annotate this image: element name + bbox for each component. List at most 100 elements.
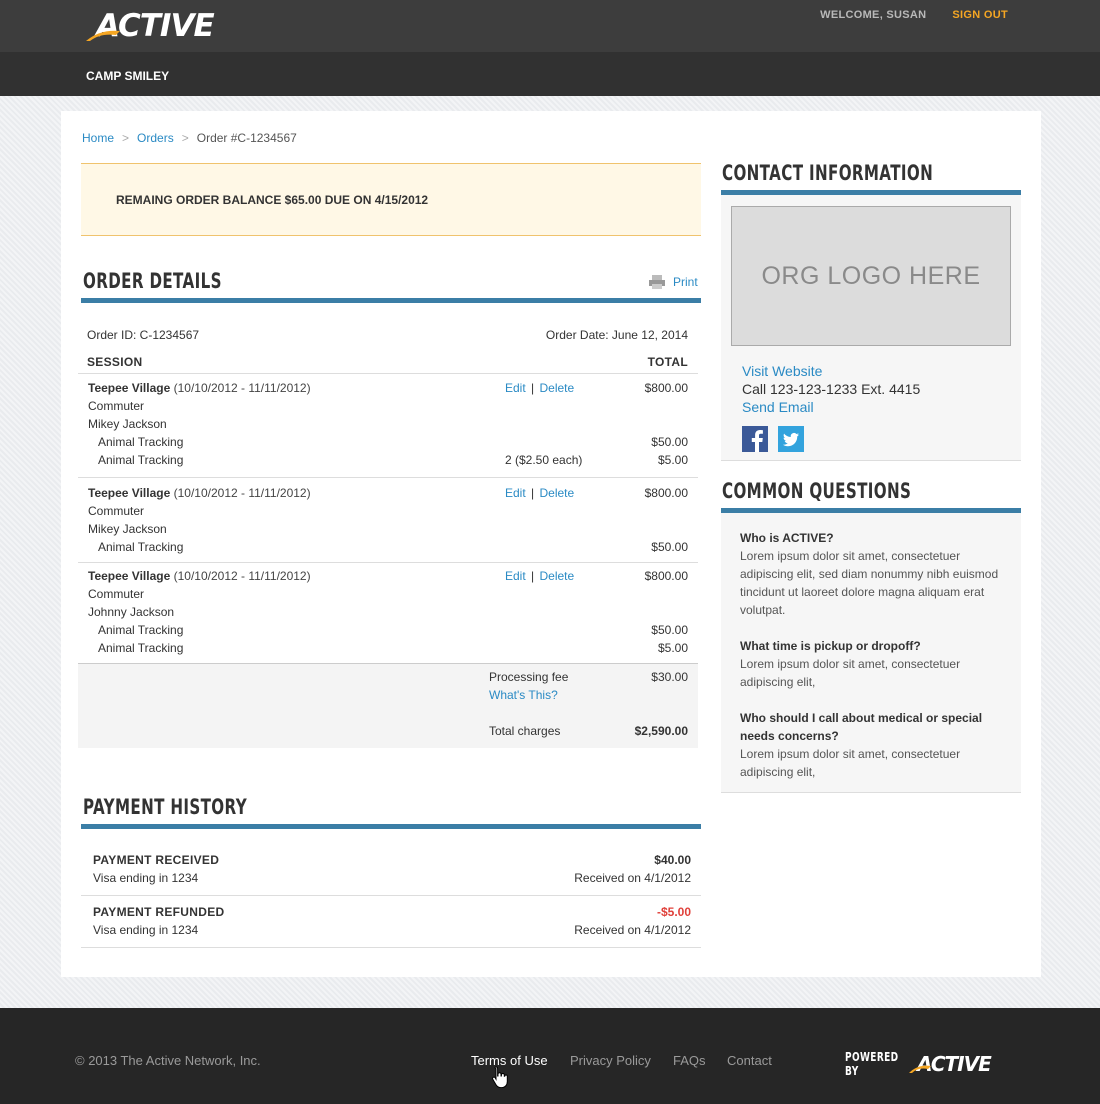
addon-amount: $5.00: [657, 453, 688, 467]
addon-name: Animal Tracking: [98, 623, 184, 637]
whats-this-link[interactable]: What's This?: [489, 688, 558, 702]
breadcrumb: Home > Orders > Order #C-1234567: [82, 131, 297, 145]
divider: [78, 477, 698, 478]
hand-cursor-icon: [492, 1066, 508, 1088]
balance-alert: REMAING ORDER BALANCE $65.00 DUE ON 4/15…: [81, 163, 701, 236]
faq-question: Who is ACTIVE?: [740, 531, 834, 545]
faq-item: What time is pickup or dropoff? Lorem ip…: [740, 637, 1015, 691]
breadcrumb-separator: >: [181, 131, 189, 145]
faq-answer: Lorem ipsum dolor sit amet, consectetuer…: [740, 747, 961, 779]
delete-link[interactable]: Delete: [540, 381, 575, 395]
contact-lines: Visit Website Call 123-123-1233 Ext. 441…: [742, 362, 920, 416]
twitter-icon[interactable]: [778, 426, 804, 452]
faq-title: COMMON QUESTIONS: [722, 479, 912, 503]
camp-bar: CAMP SMILEY: [0, 52, 1100, 96]
powered-by-text: POWERED BY: [845, 1050, 899, 1078]
action-separator: |: [531, 569, 535, 583]
session-type: Commuter: [88, 587, 145, 601]
session-title: Teepee Village (10/10/2012 - 11/11/2012): [88, 379, 311, 397]
addon-amount: $5.00: [657, 641, 688, 655]
session-name: Teepee Village: [88, 569, 171, 583]
payment-amount: $40.00: [654, 853, 691, 867]
faq-item: Who should I call about medical or speci…: [740, 709, 1015, 781]
faq-question: What time is pickup or dropoff?: [740, 639, 921, 653]
order-date: Order Date: June 12, 2014: [545, 328, 688, 342]
faq-answer: Lorem ipsum dolor sit amet, consectetuer…: [740, 549, 999, 617]
visit-website-link[interactable]: Visit Website: [742, 362, 920, 380]
session-amount: $800.00: [644, 486, 688, 500]
terms-of-use-link[interactable]: Terms of Use: [471, 1053, 548, 1068]
session-actions: Edit | Delete: [505, 567, 574, 585]
divider: [78, 562, 698, 563]
faq-panel: Who is ACTIVE? Lorem ipsum dolor sit ame…: [721, 513, 1021, 793]
participant-name: Mikey Jackson: [88, 417, 167, 431]
sign-out-link[interactable]: SIGN OUT: [952, 9, 1008, 21]
powered-by-active[interactable]: POWERED BY ACTIVE: [845, 1050, 992, 1078]
footer: © 2013 The Active Network, Inc. Terms of…: [0, 1008, 1100, 1104]
divider: [81, 895, 701, 896]
order-details-underline: [81, 298, 701, 303]
session-dates: (10/10/2012 - 11/11/2012): [173, 381, 311, 395]
contact-link[interactable]: Contact: [727, 1053, 772, 1068]
print-label: Print: [673, 275, 698, 289]
action-separator: |: [531, 381, 535, 395]
addon-name: Animal Tracking: [98, 453, 184, 467]
payment-history-underline: [81, 824, 701, 829]
order-summary: Processing fee $30.00 What's This? Total…: [78, 663, 698, 748]
divider: [78, 663, 698, 664]
session-dates: (10/10/2012 - 11/11/2012): [173, 486, 311, 500]
delete-link[interactable]: Delete: [540, 569, 575, 583]
addon-amount: $50.00: [651, 540, 688, 554]
org-logo-placeholder: ORG LOGO HERE: [731, 206, 1011, 346]
powered-active-logo: ACTIVE: [909, 1052, 992, 1076]
payment-amount: -$5.00: [656, 905, 691, 919]
breadcrumb-current: Order #C-1234567: [196, 131, 297, 145]
action-separator: |: [531, 486, 535, 500]
session-type: Commuter: [88, 399, 145, 413]
total-charges-label: Total charges: [489, 724, 561, 738]
send-email-link[interactable]: Send Email: [742, 398, 920, 416]
column-total: TOTAL: [647, 355, 688, 369]
participant-name: Mikey Jackson: [88, 522, 167, 536]
payment-right: $40.00 Received on 4/1/2012: [574, 851, 691, 887]
faq-item: Who is ACTIVE? Lorem ipsum dolor sit ame…: [740, 529, 1015, 619]
order-table-header: SESSION TOTAL: [87, 355, 688, 369]
edit-link[interactable]: Edit: [505, 486, 526, 500]
addon-name: Animal Tracking: [98, 435, 184, 449]
faq-question: Who should I call about medical or speci…: [740, 711, 983, 743]
welcome-text: WELCOME, SUSAN: [820, 9, 927, 21]
facebook-icon[interactable]: [742, 426, 768, 452]
top-header: ACTIVE WELCOME, SUSAN SIGN OUT: [0, 0, 1100, 52]
session-dates: (10/10/2012 - 11/11/2012): [173, 569, 311, 583]
addon-quantity: 2 ($2.50 each): [505, 453, 583, 467]
faqs-link[interactable]: FAQs: [673, 1053, 706, 1068]
payment-date: Received on 4/1/2012: [574, 923, 691, 937]
edit-link[interactable]: Edit: [505, 381, 526, 395]
active-logo[interactable]: ACTIVE: [86, 10, 215, 42]
main-content: Home > Orders > Order #C-1234567 REMAING ORD…: [61, 111, 1041, 977]
column-session: SESSION: [87, 355, 143, 369]
session-actions: Edit | Delete: [505, 379, 574, 397]
print-button[interactable]: Print: [649, 275, 698, 289]
breadcrumb-orders[interactable]: Orders: [137, 131, 174, 145]
delete-link[interactable]: Delete: [540, 486, 575, 500]
camp-name[interactable]: CAMP SMILEY: [86, 69, 169, 83]
processing-fee-label: Processing fee: [489, 670, 569, 684]
payment-history-title: PAYMENT HISTORY: [83, 795, 248, 819]
payment-date: Received on 4/1/2012: [574, 871, 691, 885]
addon-name: Animal Tracking: [98, 641, 184, 655]
payment-right: -$5.00 Received on 4/1/2012: [574, 903, 691, 939]
breadcrumb-home[interactable]: Home: [82, 131, 114, 145]
printer-icon: [649, 275, 665, 289]
privacy-policy-link[interactable]: Privacy Policy: [570, 1053, 651, 1068]
participant-name: Johnny Jackson: [88, 605, 175, 619]
edit-link[interactable]: Edit: [505, 569, 526, 583]
session-type: Commuter: [88, 504, 145, 518]
session-amount: $800.00: [644, 381, 688, 395]
payment-item: PAYMENT RECEIVED Visa ending in 1234 $40…: [93, 851, 691, 887]
logo-swoosh-icon: [909, 1065, 931, 1073]
session-amount: $800.00: [644, 569, 688, 583]
session-name: Teepee Village: [88, 486, 171, 500]
contact-phone: Call 123-123-1233 Ext. 4415: [742, 381, 921, 397]
session-title: Teepee Village (10/10/2012 - 11/11/2012): [88, 567, 311, 585]
